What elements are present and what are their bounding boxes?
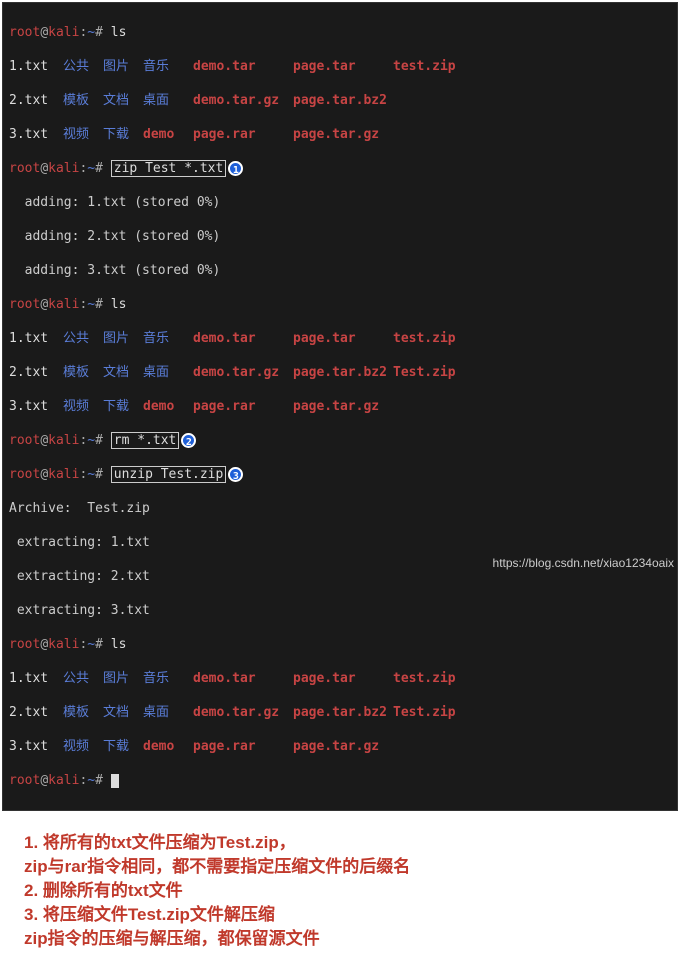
watermark: https://blog.csdn.net/xiao1234oaix	[493, 556, 674, 570]
prompt-path: ~	[87, 25, 95, 40]
folder: 模板	[63, 704, 103, 721]
file: 1.txt	[9, 330, 63, 347]
archive: page.rar	[193, 398, 293, 415]
archive: demo.tar	[193, 670, 293, 687]
archive: demo	[143, 738, 193, 755]
archive: Test.zip	[393, 364, 473, 381]
folder: 音乐	[143, 330, 193, 347]
archive: page.tar.gz	[293, 126, 393, 143]
folder: 模板	[63, 92, 103, 109]
archive: demo.tar.gz	[193, 704, 293, 721]
folder: 图片	[103, 330, 143, 347]
file: 1.txt	[9, 670, 63, 687]
output-line: adding: 2.txt (stored 0%)	[9, 228, 671, 245]
archive: test.zip	[393, 330, 473, 347]
cmd-unzip[interactable]: unzip Test.zip	[111, 466, 227, 483]
folder: 公共	[63, 670, 103, 687]
archive: page.tar	[293, 58, 393, 75]
folder: 公共	[63, 58, 103, 75]
folder: 视频	[63, 126, 103, 143]
archive: page.tar	[293, 330, 393, 347]
folder: 图片	[103, 670, 143, 687]
output-line: extracting: 2.txt	[9, 568, 671, 585]
folder: 视频	[63, 738, 103, 755]
prompt-user: root	[9, 25, 40, 40]
folder: 桌面	[143, 704, 193, 721]
output-line: Archive: Test.zip	[9, 500, 671, 517]
note-2: 2. 删除所有的txt文件	[24, 879, 658, 903]
prompt-host: kali	[48, 25, 79, 40]
archive: demo.tar.gz	[193, 92, 293, 109]
output-line: extracting: 3.txt	[9, 602, 671, 619]
archive: page.tar	[293, 670, 393, 687]
file: 3.txt	[9, 738, 63, 755]
folder: 文档	[103, 704, 143, 721]
file: 1.txt	[9, 58, 63, 75]
marker-3: 3	[228, 467, 243, 482]
archive: page.tar.bz2	[293, 364, 393, 381]
file: 3.txt	[9, 126, 63, 143]
note-1b: zip与rar指令相同，都不需要指定压缩文件的后缀名	[24, 855, 658, 879]
archive: demo	[143, 398, 193, 415]
archive: page.tar.gz	[293, 738, 393, 755]
folder: 模板	[63, 364, 103, 381]
archive: demo.tar.gz	[193, 364, 293, 381]
folder: 视频	[63, 398, 103, 415]
marker-2: 2	[181, 433, 196, 448]
archive: demo.tar	[193, 58, 293, 75]
archive: page.rar	[193, 738, 293, 755]
output-line: extracting: 1.txt	[9, 534, 671, 551]
output-line: adding: 1.txt (stored 0%)	[9, 194, 671, 211]
note-3a: 3. 将压缩文件Test.zip文件解压缩	[24, 903, 658, 927]
marker-1: 1	[228, 161, 243, 176]
archive: page.tar.bz2	[293, 92, 393, 109]
archive: demo	[143, 126, 193, 143]
folder: 图片	[103, 58, 143, 75]
cmd-zip[interactable]: zip Test *.txt	[111, 160, 227, 177]
note-1a: 1. 将所有的txt文件压缩为Test.zip，	[24, 831, 658, 855]
folder: 桌面	[143, 92, 193, 109]
folder: 下载	[103, 738, 143, 755]
folder: 下载	[103, 126, 143, 143]
terminal: root@kali:~# ls 1.txt公共图片音乐demo.tarpage.…	[2, 2, 678, 811]
archive: page.rar	[193, 126, 293, 143]
file: 2.txt	[9, 92, 63, 109]
archive: demo.tar	[193, 330, 293, 347]
folder: 文档	[103, 92, 143, 109]
archive: test.zip	[393, 670, 473, 687]
folder: 公共	[63, 330, 103, 347]
archive: Test.zip	[393, 704, 473, 721]
notes: 1. 将所有的txt文件压缩为Test.zip， zip与rar指令相同，都不需…	[0, 813, 682, 961]
cmd-ls[interactable]: ls	[111, 25, 127, 40]
folder: 音乐	[143, 670, 193, 687]
file: 3.txt	[9, 398, 63, 415]
archive: page.tar.gz	[293, 398, 393, 415]
cursor[interactable]	[111, 774, 119, 788]
output-line: adding: 3.txt (stored 0%)	[9, 262, 671, 279]
cmd-ls[interactable]: ls	[111, 637, 127, 652]
folder: 文档	[103, 364, 143, 381]
note-3b: zip指令的压缩与解压缩，都保留源文件	[24, 927, 658, 951]
folder: 下载	[103, 398, 143, 415]
archive: page.tar.bz2	[293, 704, 393, 721]
cmd-ls[interactable]: ls	[111, 297, 127, 312]
folder: 桌面	[143, 364, 193, 381]
cmd-rm[interactable]: rm *.txt	[111, 432, 180, 449]
archive: test.zip	[393, 58, 473, 75]
file: 2.txt	[9, 364, 63, 381]
file: 2.txt	[9, 704, 63, 721]
folder: 音乐	[143, 58, 193, 75]
